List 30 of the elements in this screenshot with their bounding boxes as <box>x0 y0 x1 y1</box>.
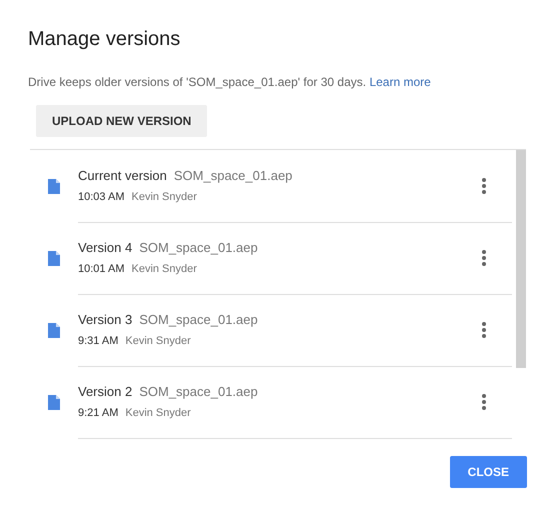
version-label: Version 3 <box>78 312 132 327</box>
author-name: Kevin Snyder <box>125 335 191 347</box>
file-name: SOM_space_01.aep <box>139 384 258 399</box>
dialog-title: Manage versions <box>28 28 182 51</box>
author-name: Kevin Snyder <box>131 191 197 203</box>
version-time: 10:01 AM <box>78 263 124 275</box>
document-icon <box>48 250 60 266</box>
document-icon <box>48 394 60 410</box>
more-icon <box>482 322 486 338</box>
document-icon <box>48 178 60 194</box>
file-name: SOM_space_01.aep <box>139 312 258 327</box>
document-icon <box>48 322 60 338</box>
author-name: Kevin Snyder <box>131 263 197 275</box>
scrollbar-thumb[interactable] <box>516 150 526 368</box>
close-button[interactable]: CLOSE <box>450 456 527 488</box>
version-label: Version 4 <box>78 240 132 255</box>
description-text: Drive keeps older versions of 'SOM_space_01.aep' for 30 days. Learn more <box>28 75 432 89</box>
version-time: 9:31 AM <box>78 335 118 347</box>
upload-button[interactable]: UPLOAD NEW VERSION <box>36 105 208 137</box>
author-name: Kevin Snyder <box>125 407 191 419</box>
learn-more-link[interactable]: Learn more <box>369 75 431 89</box>
file-name: SOM_space_01.aep <box>139 240 258 255</box>
version-label: Current version <box>78 168 167 183</box>
more-icon <box>482 394 486 410</box>
file-name: SOM_space_01.aep <box>174 168 292 183</box>
more-icon <box>482 178 486 194</box>
more-icon <box>482 250 486 266</box>
version-time: 9:21 AM <box>78 407 118 419</box>
version-label: Version 2 <box>78 384 132 399</box>
version-time: 10:03 AM <box>78 191 124 203</box>
